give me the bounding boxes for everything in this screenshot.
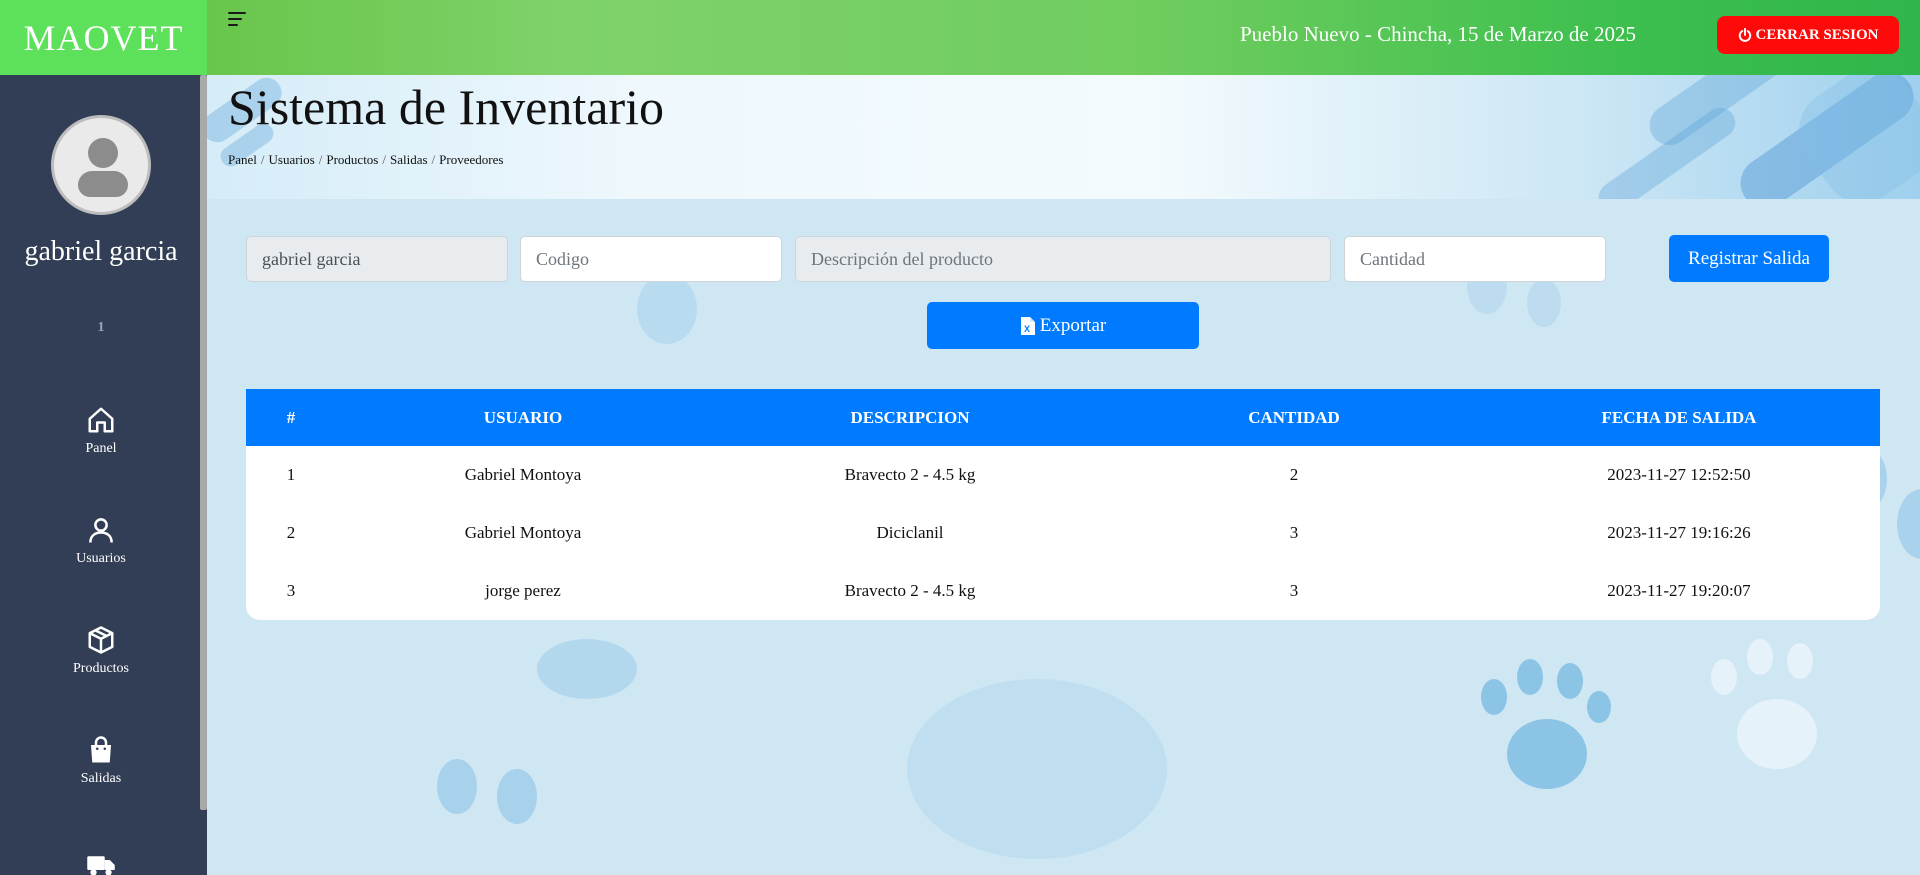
breadcrumb: Panel / Usuarios / Productos / Salidas / Proveed…: [228, 152, 504, 167]
sidebar-item-label: Panel: [85, 441, 117, 456]
sidebar-item-salidas[interactable]: Salidas: [0, 735, 202, 787]
breadcrumb-salidas[interactable]: Salidas: [390, 152, 428, 167]
sidebar-item-label: Usuarios: [76, 551, 126, 566]
column-header-quantity[interactable]: CANTIDAD: [1110, 389, 1478, 446]
cell-exit-date: 2023-11-27 12:52:50: [1607, 465, 1751, 484]
export-button[interactable]: X Exportar: [927, 302, 1199, 349]
location-date-text: Pueblo Nuevo - Chincha, 15 de Marzo de 2…: [1240, 22, 1636, 46]
description-field[interactable]: [795, 236, 1331, 282]
file-excel-icon: X: [1020, 316, 1035, 335]
cell-description: Bravecto 2 - 4.5 kg: [844, 465, 976, 484]
cell-quantity: 2: [1289, 465, 1299, 484]
truck-icon: [87, 856, 115, 875]
sidebar-item-label: Salidas: [80, 771, 122, 786]
column-header-number[interactable]: #: [246, 389, 336, 446]
breadcrumb-panel[interactable]: Panel: [228, 152, 257, 167]
column-header-user[interactable]: USUARIO: [336, 389, 710, 446]
column-header-exit-date[interactable]: FECHA DE SALIDA: [1478, 389, 1880, 446]
user-field[interactable]: [246, 236, 508, 282]
cell-quantity: 3: [1289, 523, 1299, 542]
sidebar-scrollbar[interactable]: [200, 75, 207, 810]
breadcrumb-proveedores[interactable]: Proveedores: [439, 152, 503, 167]
sidebar-item-label: Productos: [73, 661, 129, 676]
sidebar-user-name: gabriel garcia: [24, 236, 178, 267]
sidebar-item-productos[interactable]: Productos: [0, 625, 202, 677]
breadcrumb-productos[interactable]: Productos: [326, 152, 378, 167]
power-icon: [1738, 28, 1751, 42]
page-title: Sistema de Inventario: [228, 79, 664, 135]
sidebar-user-id: 1: [97, 320, 105, 335]
table-row: 2 Gabriel Montoya Diciclanil 3 2023-11-2…: [246, 504, 1880, 562]
box-icon: [88, 626, 114, 654]
svg-text:X: X: [1024, 324, 1030, 334]
sidebar-item-proveedores[interactable]: [0, 850, 202, 875]
cell-exit-date: 2023-11-27 19:20:07: [1607, 581, 1751, 600]
shopping-bag-icon: [91, 736, 111, 763]
cell-number: 3: [286, 581, 296, 600]
table-row: 1 Gabriel Montoya Bravecto 2 - 4.5 kg 2 …: [246, 446, 1880, 504]
exits-table: # USUARIO DESCRIPCION CANTIDAD FECHA DE …: [246, 389, 1880, 620]
avatar: [51, 115, 151, 215]
table-header-row: # USUARIO DESCRIPCION CANTIDAD FECHA DE …: [246, 389, 1880, 446]
sidebar: gabriel garcia 1 Panel Usuarios Producto…: [0, 75, 207, 875]
logout-button[interactable]: CERRAR SESION: [1717, 16, 1899, 54]
table-row: 3 jorge perez Bravecto 2 - 4.5 kg 3 2023…: [246, 562, 1880, 620]
user-icon: [89, 518, 113, 543]
cell-number: 1: [286, 465, 296, 484]
cell-user: Gabriel Montoya: [464, 523, 582, 542]
sidebar-item-panel[interactable]: Panel: [0, 405, 202, 457]
logout-label: CERRAR SESION: [1755, 26, 1879, 43]
cell-number: 2: [286, 523, 296, 542]
breadcrumb-usuarios[interactable]: Usuarios: [269, 152, 315, 167]
home-icon: [88, 407, 114, 433]
cell-user: Gabriel Montoya: [464, 465, 582, 484]
code-field[interactable]: [520, 236, 782, 282]
sidebar-item-usuarios[interactable]: Usuarios: [0, 515, 202, 567]
brand-logo[interactable]: MAOVET: [0, 0, 207, 75]
quantity-field[interactable]: [1344, 236, 1606, 282]
column-header-description[interactable]: DESCRIPCION: [710, 389, 1110, 446]
cell-description: Diciclanil: [876, 523, 944, 542]
cell-description: Bravecto 2 - 4.5 kg: [844, 581, 976, 600]
cell-user: jorge perez: [485, 581, 561, 600]
menu-toggle-icon[interactable]: [228, 12, 250, 30]
export-label: Exportar: [1039, 314, 1107, 336]
cell-exit-date: 2023-11-27 19:16:26: [1607, 523, 1751, 542]
cell-quantity: 3: [1289, 581, 1299, 600]
register-exit-button[interactable]: Registrar Salida: [1669, 235, 1829, 282]
